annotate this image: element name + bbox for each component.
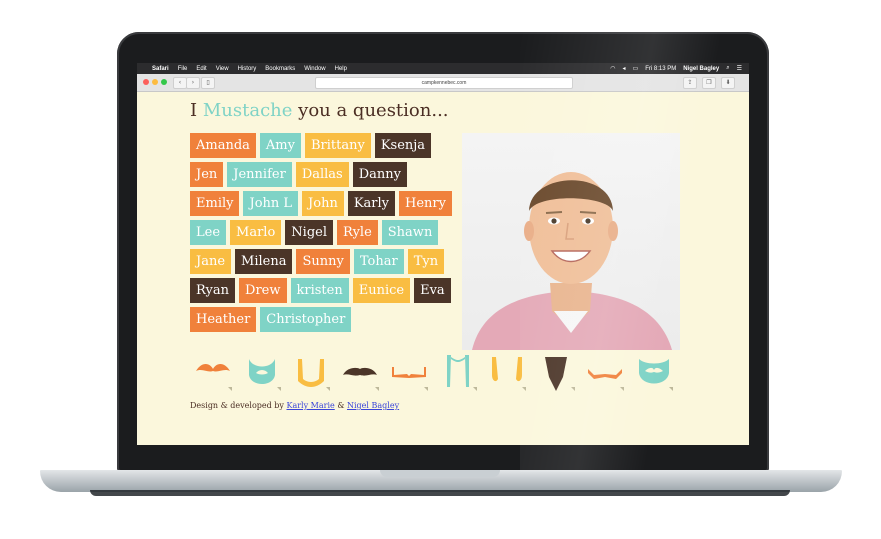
- zoom-window-icon[interactable]: [161, 79, 167, 85]
- name-tag[interactable]: Emily: [190, 191, 240, 216]
- name-grid: Amanda Amy Brittany Ksenja Jen Jennifer Dallas…: [190, 133, 460, 332]
- volume-icon[interactable]: ◂: [623, 65, 626, 72]
- laptop-notch: [380, 470, 500, 477]
- menu-bookmarks[interactable]: Bookmarks: [265, 66, 295, 72]
- name-tag[interactable]: Christopher: [260, 307, 352, 332]
- name-tag[interactable]: Jennifer: [227, 162, 292, 187]
- name-tag[interactable]: Jane: [190, 249, 232, 274]
- credit-amp: &: [337, 401, 345, 410]
- menu-file[interactable]: File: [178, 66, 188, 72]
- handlebar-mustache-icon[interactable]: [192, 353, 234, 393]
- share-icon[interactable]: ⇪: [683, 77, 697, 89]
- user-name[interactable]: Nigel Bagley: [683, 66, 719, 72]
- horseshoe-mustache-icon[interactable]: [290, 353, 332, 393]
- name-tag[interactable]: John: [302, 191, 344, 216]
- credit-text: Design & developed by: [190, 401, 284, 410]
- menu-history[interactable]: History: [238, 66, 257, 72]
- name-tag[interactable]: Lee: [190, 220, 227, 245]
- beard-mustache-icon[interactable]: [633, 353, 675, 393]
- long-horseshoe-icon[interactable]: [437, 353, 479, 393]
- name-tag[interactable]: Amanda: [190, 133, 256, 158]
- name-tag[interactable]: Henry: [399, 191, 452, 216]
- forward-icon[interactable]: ›: [186, 77, 200, 89]
- person-photo-icon: [472, 172, 672, 350]
- close-window-icon[interactable]: [143, 79, 149, 85]
- credit-link-nigel[interactable]: Nigel Bagley: [347, 401, 399, 410]
- downloads-icon[interactable]: ⬇: [721, 77, 735, 89]
- name-tag[interactable]: John L: [243, 191, 299, 216]
- name-tag[interactable]: Amy: [259, 133, 301, 158]
- menu-window[interactable]: Window: [304, 66, 325, 72]
- mac-menubar: Safari File Edit View History Bookmarks …: [137, 63, 749, 74]
- title-suffix: you a question...: [298, 100, 449, 121]
- url-bar[interactable]: campkennebec.com: [315, 77, 573, 89]
- browser-toolbar: ‹ › ▯ campkennebec.com ⇪ ❐ ⬇: [137, 74, 749, 92]
- back-icon[interactable]: ‹: [173, 77, 187, 89]
- name-tag[interactable]: Tyn: [407, 249, 445, 274]
- minimize-window-icon[interactable]: [152, 79, 158, 85]
- sidebar-icon[interactable]: ▯: [201, 77, 215, 89]
- name-tag[interactable]: Brittany: [304, 133, 371, 158]
- name-tag[interactable]: Shawn: [381, 220, 439, 245]
- name-tag[interactable]: Milena: [235, 249, 293, 274]
- thin-curl-mustache-icon[interactable]: [584, 353, 626, 393]
- tabs-icon[interactable]: ❐: [702, 77, 716, 89]
- battery-icon[interactable]: ▭: [633, 65, 639, 72]
- laptop-base-shadow: [90, 490, 790, 496]
- page-title: I Mustache you a question...: [190, 100, 449, 121]
- mustache-picker: [192, 353, 682, 395]
- pencil-mustache-icon[interactable]: [388, 353, 430, 393]
- screen: Safari File Edit View History Bookmarks …: [137, 63, 749, 445]
- name-tag[interactable]: Nigel: [285, 220, 334, 245]
- full-beard-icon[interactable]: [241, 353, 283, 393]
- fu-manchu-icon[interactable]: [486, 353, 528, 393]
- name-tag[interactable]: Eunice: [352, 278, 411, 303]
- wifi-icon[interactable]: ◠: [610, 65, 615, 72]
- name-tag[interactable]: Ksenja: [374, 133, 432, 158]
- name-tag[interactable]: Danny: [352, 162, 407, 187]
- title-prefix: I: [190, 100, 198, 121]
- menu-help[interactable]: Help: [335, 66, 347, 72]
- spotlight-icon[interactable]: ⌕: [726, 65, 729, 72]
- name-tag[interactable]: Karly: [347, 191, 396, 216]
- name-tag[interactable]: kristen: [290, 278, 349, 303]
- title-accent: Mustache: [202, 100, 293, 121]
- name-tag[interactable]: Dallas: [295, 162, 349, 187]
- credit-link-karly[interactable]: Karly Marie: [286, 401, 334, 410]
- goatee-icon[interactable]: [535, 353, 577, 393]
- profile-photo: [462, 133, 680, 350]
- name-tag[interactable]: Heather: [190, 307, 257, 332]
- menubar-status-area: ◠ ◂ ▭ Fri 8:13 PM Nigel Bagley ⌕ ☰: [610, 65, 749, 72]
- name-tag[interactable]: Ryle: [337, 220, 378, 245]
- footer-credit: Design & developed by Karly Marie & Nige…: [190, 401, 399, 410]
- menu-app-name[interactable]: Safari: [152, 66, 169, 72]
- name-tag[interactable]: Marlo: [230, 220, 282, 245]
- name-tag[interactable]: Tohar: [353, 249, 404, 274]
- name-tag[interactable]: Sunny: [296, 249, 350, 274]
- name-tag[interactable]: Jen: [190, 162, 224, 187]
- walrus-mustache-icon[interactable]: [339, 353, 381, 393]
- menu-view[interactable]: View: [216, 66, 229, 72]
- name-tag[interactable]: Drew: [239, 278, 287, 303]
- name-tag[interactable]: Ryan: [190, 278, 236, 303]
- clock[interactable]: Fri 8:13 PM: [645, 66, 676, 72]
- notification-center-icon[interactable]: ☰: [737, 65, 742, 72]
- menu-edit[interactable]: Edit: [196, 66, 206, 72]
- name-tag[interactable]: Eva: [414, 278, 451, 303]
